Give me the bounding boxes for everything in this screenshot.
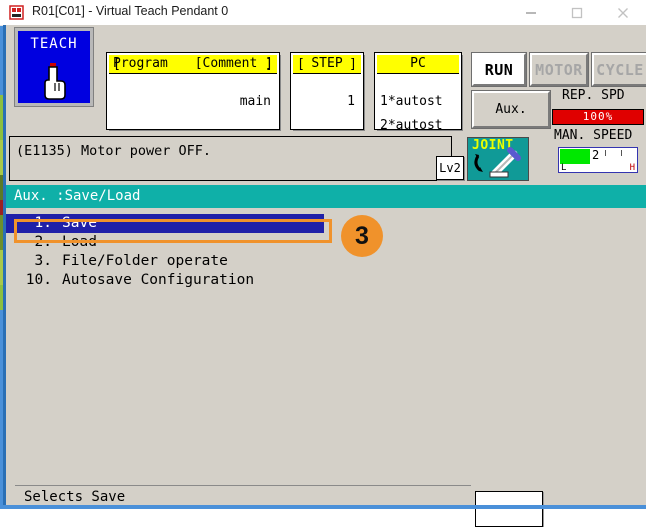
manual-speed-gauge[interactable]: 2 L H <box>558 147 638 173</box>
repeat-speed-value: 100% <box>552 109 644 125</box>
program-header-label: Program <box>113 56 168 71</box>
annotation-step-badge: 3 <box>341 215 383 257</box>
program-panel-header: Program [Comment ] <box>109 55 277 74</box>
window-titlebar: R01[C01] - Virtual Teach Pendant 0 <box>0 0 646 26</box>
menu-item-number: 2. <box>34 234 52 250</box>
menu-list: 1. Save 2. Load 3. File/Folder operate 10. A… <box>6 214 646 290</box>
menu-item-number: 3. <box>34 253 52 269</box>
manual-speed-high-label: H <box>629 163 635 173</box>
manual-speed-bar <box>560 149 590 164</box>
repeat-speed-label: REP. SPD <box>562 88 625 103</box>
program-panel[interactable]: Program [Comment ] main [ ] <box>106 52 280 130</box>
robot-app-icon <box>8 4 25 21</box>
status-chip-run[interactable]: RUN <box>471 52 527 87</box>
pendant-toolbar: TEACH Program [Comment ] main [] STEP 1… <box>6 25 646 173</box>
program-comment-bracket-left: [ <box>113 57 121 72</box>
teach-mode-button[interactable]: TEACH <box>15 28 93 106</box>
menu-item-number: 10. <box>25 272 52 288</box>
manual-speed-low-label: L <box>561 163 567 173</box>
pc-panel-header: PC <box>377 55 459 74</box>
aux-button[interactable]: Aux. <box>471 90 551 129</box>
comment-header-label: [Comment ] <box>194 56 273 71</box>
teach-mode-label: TEACH <box>30 36 78 52</box>
status-chip-motor[interactable]: MOTOR <box>529 52 589 87</box>
menu-item-file-folder-operate[interactable]: 3. File/Folder operate <box>6 252 646 271</box>
program-comment-bracket-right: ] <box>265 57 273 72</box>
robot-arm-joint-icon[interactable]: JOINT <box>467 137 529 181</box>
step-panel[interactable]: STEP 1 [ ] <box>290 52 364 130</box>
step-bracket-right: ] <box>349 57 357 72</box>
step-bracket-left: [ <box>297 57 305 72</box>
window-bottom-border <box>0 505 646 509</box>
menu-item-autosave-configuration[interactable]: 10. Autosave Configuration <box>6 271 646 290</box>
menu-item-label: Save <box>62 215 97 231</box>
program-name-value: main <box>239 94 271 109</box>
manual-speed-label: MAN. SPEED <box>554 128 633 143</box>
pc-task-2: 2*autost <box>380 118 443 133</box>
menu-item-save[interactable]: 1. Save <box>6 214 324 233</box>
status-chip-cycle[interactable]: CYCLE <box>591 52 646 87</box>
message-box: (E1135) Motor power OFF. <box>9 136 452 181</box>
maximize-icon[interactable] <box>554 0 600 25</box>
pc-panel[interactable]: PC 1*autost 2*autost <box>374 52 462 133</box>
virtual-teach-pendant-window: R01[C01] - Virtual Teach Pendant 0 TEACH <box>0 0 646 527</box>
menu-header-title: Aux. :Save/Load <box>6 185 646 208</box>
menu-item-label: File/Folder operate <box>62 253 228 269</box>
status-separator <box>15 485 471 486</box>
menu-item-label: Load <box>62 234 97 250</box>
error-level-badge: Lv2 <box>436 156 464 180</box>
pendant-client-area: TEACH Program [Comment ] main [] STEP 1… <box>6 25 646 527</box>
step-value: 1 <box>347 94 355 109</box>
menu-item-label: Autosave Configuration <box>62 272 255 288</box>
gauge-tick-1 <box>605 150 606 156</box>
pointing-hand-icon <box>37 61 71 101</box>
pc-task-1: 1*autost <box>380 94 443 109</box>
minimize-icon[interactable] <box>508 0 554 25</box>
gauge-tick-2 <box>621 150 622 156</box>
window-title: R01[C01] - Virtual Teach Pendant 0 <box>32 4 229 18</box>
manual-speed-value: 2 <box>592 148 600 162</box>
menu-item-number: 1. <box>34 215 52 231</box>
menu-item-load[interactable]: 2. Load <box>6 233 646 252</box>
error-message-text: (E1135) Motor power OFF. <box>16 143 212 159</box>
status-hint-text: Selects Save <box>24 489 126 505</box>
close-icon[interactable] <box>600 0 646 25</box>
status-input-box[interactable] <box>475 491 543 527</box>
